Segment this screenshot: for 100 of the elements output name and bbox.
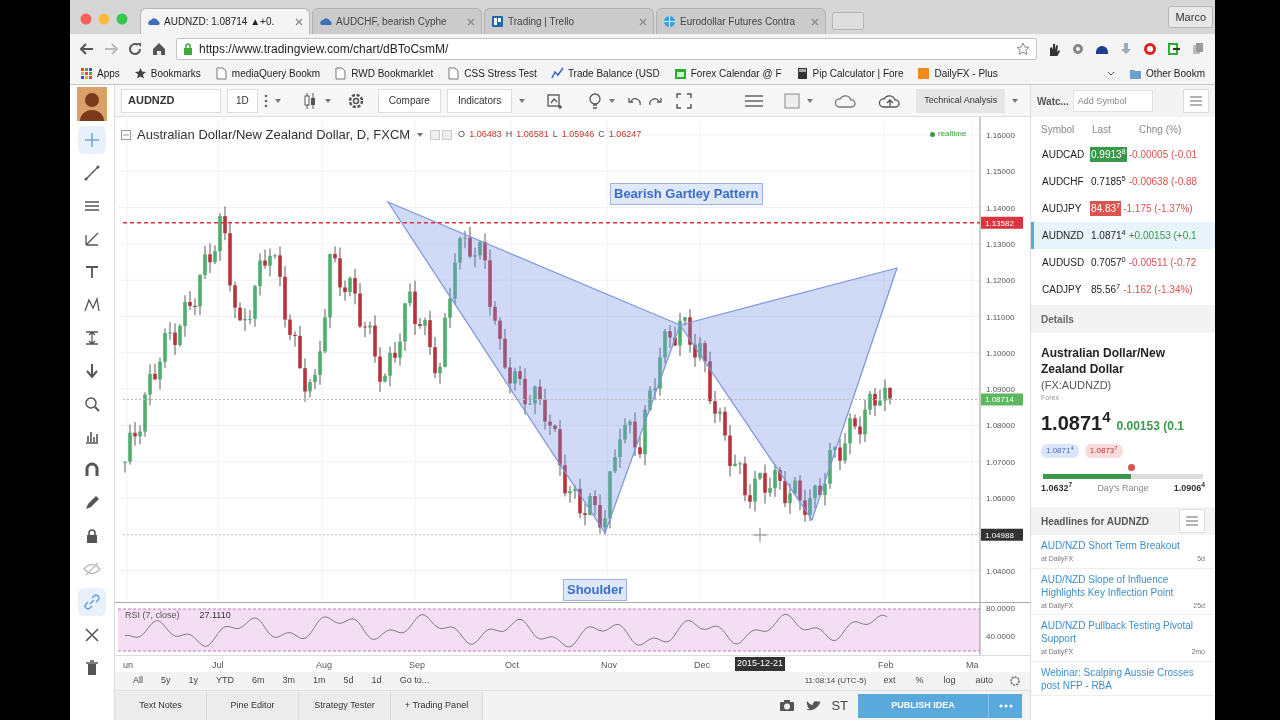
price-label: 1.09000 (986, 385, 1015, 395)
last-price: 0.7057$^{0}$ (1090, 255, 1127, 270)
profile-button[interactable]: Marco (1168, 5, 1213, 28)
date-tag: 2015-12-21 (735, 657, 786, 671)
bookmark-item[interactable]: Other Bookm (1129, 66, 1205, 81)
range-button[interactable]: 6m (244, 674, 273, 688)
range-high: 1.0906$^{4}$ (1173, 481, 1205, 495)
time-label: Feb (878, 659, 894, 672)
bookmark-item[interactable]: mediaQuery Bookm (214, 66, 321, 81)
time-label: Aug (316, 659, 332, 672)
symbol-search-field[interactable]: Add Symbol (1072, 90, 1153, 112)
bookmark-item[interactable]: Apps (80, 66, 120, 81)
scale-button[interactable]: ext (874, 674, 905, 688)
symbol-text: AUDCHF (1042, 175, 1085, 189)
watchlist-row[interactable]: AUDJPY 84.83$^{7}$ -1.175 (-1.37%) (1031, 195, 1215, 222)
column-header[interactable]: Symbol (1041, 121, 1092, 137)
pattern-label[interactable]: Bearish Gartley Pattern (610, 183, 763, 205)
range-button[interactable]: 1m (305, 674, 334, 688)
scale-button[interactable]: auto (966, 674, 1002, 688)
pattern-label[interactable]: Shoulder (563, 579, 628, 601)
price-label: 1.14000 (986, 203, 1015, 213)
ohlc-value: 1.05946 (561, 128, 595, 141)
panel-tab[interactable]: Pine Editor (207, 691, 299, 720)
last-price: 1.0871$^{4}$ (1090, 228, 1127, 243)
watchlist-row[interactable]: AUDCAD 0.9913$^{8}$ -0.00005 (-0.01 (1031, 141, 1215, 168)
watchlist-row[interactable]: AUDNZD 1.0871$^{4}$ +0.00153 (+0.1 (1031, 222, 1215, 249)
bookmark-item[interactable]: DailyFX - Plus (917, 66, 998, 81)
bookmark-item[interactable]: Bookmarks (133, 66, 201, 81)
price-tag: 1.08714 (981, 393, 1023, 406)
url-text: https://www.tradingview.com/chart/dBToCsmM/ (199, 40, 449, 58)
range-button[interactable]: All (125, 674, 151, 688)
headline-link[interactable]: AUD/NZD Slope of Influence Highlights Key Inflection Point (1041, 572, 1205, 599)
interval-button[interactable]: 1D (227, 88, 258, 113)
bookmark-item[interactable]: Pip Calculator | Fore (795, 66, 904, 81)
layout-button[interactable]: Technical Analysis (916, 88, 1006, 113)
range-button[interactable]: 3m (274, 674, 304, 688)
indicators-button[interactable]: Indicators (446, 88, 513, 113)
range-button[interactable]: 1d (363, 674, 390, 688)
ohlc-value: 1.06581 (516, 128, 549, 141)
instrument-name: Australian Dollar/New Zealand Dollar (FX:AUDNZD) (1041, 345, 1167, 393)
time-label: Sep (409, 659, 425, 672)
bookmark-item[interactable]: Trade Balance (USD (550, 66, 660, 81)
headline-link[interactable]: Webinar: Scalping Aussie Crosses post NFP - RBA (1041, 665, 1205, 692)
headline-link[interactable]: AUD/NZD Short Term Breakout (1041, 539, 1205, 552)
time-label: Ma (966, 659, 979, 672)
range-button[interactable]: 5d (335, 674, 362, 688)
panel-tab[interactable]: Text Notes (115, 691, 207, 720)
range-button[interactable]: 1y (180, 674, 207, 688)
ohlc-label: O (458, 128, 466, 141)
last-price: 84.83$^{7}$ (1090, 201, 1122, 216)
time-label: Dec (694, 659, 710, 672)
symbol-text: AUDCAD (1042, 148, 1086, 162)
change-text: -1.175 (-1.37%) (1123, 202, 1193, 216)
ohlc-value: 1.06483 (469, 128, 502, 141)
symbol-field[interactable]: AUDNZD (121, 88, 221, 113)
ohlc-label: L (552, 128, 558, 141)
range-button[interactable]: Go to... (391, 674, 438, 688)
price-label: 1.12000 (986, 276, 1015, 286)
share-button[interactable]: ST (831, 695, 848, 716)
browser-tab[interactable]: AUDCHF, bearish Cyphe (312, 8, 482, 34)
browser-tab[interactable]: AUDNZD: 1.08714 ▲+0. (140, 8, 310, 34)
chart-title: Australian Dollar/New Zealand Dollar, D, FXCM (137, 126, 411, 144)
browser-tab[interactable]: Trading | Trello (484, 8, 654, 34)
indicator-label: RSI (7, close) (125, 609, 180, 622)
change-text: -1.162 (-1.34%) (1123, 283, 1193, 297)
watchlist-row[interactable]: CADJPY 85.56$^{7}$ -1.162 (-1.34%) (1031, 276, 1215, 303)
scale-button[interactable]: log (934, 674, 965, 688)
headline-link[interactable]: AUD/NZD Pullback Testing Pivotal Support (1041, 619, 1205, 645)
watchlist-row[interactable]: AUDCHF 0.7185$^{5}$ -0.00638 (-0.88 (1031, 168, 1215, 195)
bid-price: 1.0871$^{4}$ (1041, 443, 1079, 458)
range-button[interactable]: 5y (153, 674, 179, 688)
clock-text: 11:08:14 (UTC-5) (803, 675, 868, 687)
last-price: 85.56$^{7}$ (1090, 282, 1122, 297)
change-text: +0.00153 (+0.1 (1128, 229, 1197, 243)
bookmark-item[interactable]: Forex Calendar @ F (673, 66, 782, 81)
change-text: -0.00511 (-0.72 (1128, 256, 1197, 270)
column-header[interactable]: Chng (%) (1139, 121, 1205, 137)
watchlist-title[interactable]: Watc... (1037, 93, 1069, 109)
symbol-text: AUDJPY (1042, 202, 1083, 216)
price-tag: 1.04988 (981, 528, 1023, 541)
section-heading: Details (1031, 305, 1215, 333)
browser-tab[interactable]: Eurodollar Futures Contra (656, 8, 826, 34)
compare-button[interactable]: Compare (377, 88, 441, 113)
symbol-text: AUDUSD (1042, 256, 1086, 270)
price-label: 1.11000 (986, 312, 1015, 322)
address-field[interactable]: https://www.tradingview.com/chart/dBToCsmM/ (176, 37, 1037, 60)
range-button[interactable]: YTD (208, 674, 243, 688)
panel-tab[interactable]: Strategy Tester (299, 691, 391, 720)
ohlc-label: H (505, 128, 513, 141)
bookmark-item[interactable]: CSS Stress Test (447, 66, 537, 81)
scale-button[interactable]: % (906, 674, 933, 688)
section-heading: Headlines for AUDNZD (1041, 514, 1149, 529)
last-price: 0.7185$^{5}$ (1090, 174, 1127, 189)
range-label: Day's Range (1097, 481, 1149, 495)
bookmark-item[interactable]: RWD Bookmarklet (334, 66, 434, 81)
panel-tab[interactable]: + Trading Panel (391, 691, 483, 720)
column-header[interactable]: Last (1091, 121, 1139, 137)
price-label: 1.07000 (986, 457, 1015, 467)
watchlist-row[interactable]: AUDUSD 0.7057$^{0}$ -0.00511 (-0.72 (1031, 249, 1215, 276)
time-label: Oct (505, 659, 519, 672)
